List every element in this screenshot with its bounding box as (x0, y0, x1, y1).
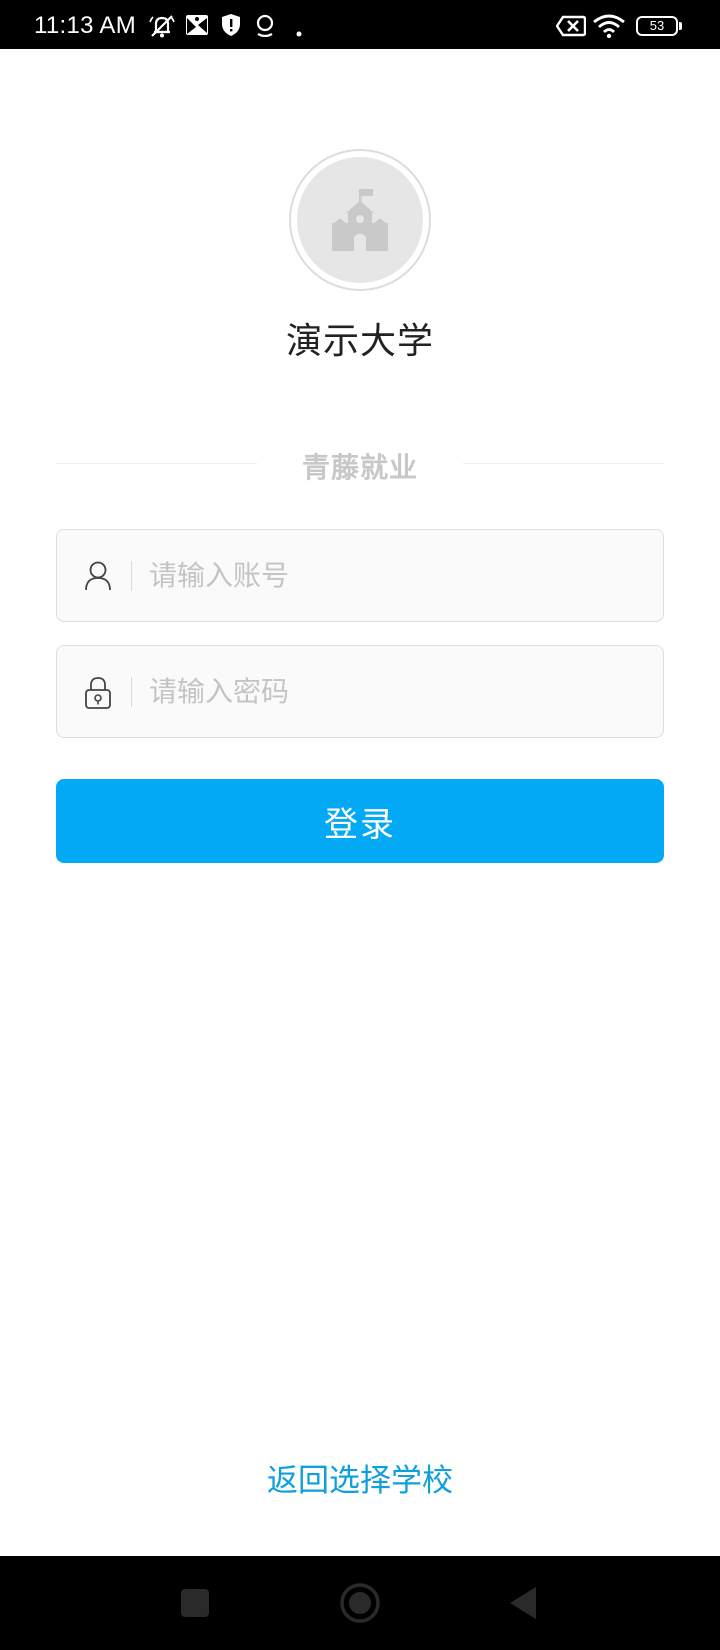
location-icon (254, 13, 276, 41)
account-field[interactable] (56, 529, 664, 622)
brand-name: 青藤就业 (301, 451, 418, 484)
school-building-icon (332, 189, 388, 251)
recent-apps-icon (181, 1589, 209, 1617)
school-logo (289, 149, 431, 291)
lock-icon (84, 676, 112, 714)
dot-icon (296, 22, 302, 41)
muted-notification-icon (148, 13, 176, 43)
battery-level: 53 (649, 18, 665, 33)
status-time: 11:13 AM (34, 12, 137, 39)
shield-icon (220, 13, 242, 41)
back-to-select-school-link[interactable]: 返回选择学校 (0, 1455, 720, 1500)
back-button[interactable] (483, 1556, 563, 1650)
no-sim-icon (555, 15, 587, 41)
login-button[interactable]: 登录 (56, 779, 664, 863)
account-input[interactable] (149, 530, 649, 621)
home-button[interactable] (320, 1556, 400, 1650)
home-icon (340, 1583, 380, 1623)
school-name: 演示大学 (285, 321, 434, 362)
wifi-icon (593, 14, 625, 42)
navigation-bar (0, 1556, 720, 1650)
password-field[interactable] (56, 645, 664, 738)
brand-divider-left (56, 463, 257, 464)
school-logo-bg (297, 157, 423, 283)
status-bar: 11:13 AM 53 (0, 0, 720, 49)
login-screen: 11:13 AM 53 演示大学 青藤就业 请输入账号 登录 返回选择学校 (0, 0, 720, 1650)
password-field-divider (131, 677, 132, 707)
battery-icon: 53 (636, 16, 678, 36)
password-input[interactable] (149, 646, 649, 737)
battery-tip (679, 22, 682, 30)
user-icon (84, 560, 112, 596)
screenshot-icon (185, 13, 209, 41)
back-icon (510, 1587, 536, 1619)
recent-apps-button[interactable] (155, 1556, 235, 1650)
account-field-divider (131, 561, 132, 591)
brand-divider-right (463, 463, 664, 464)
